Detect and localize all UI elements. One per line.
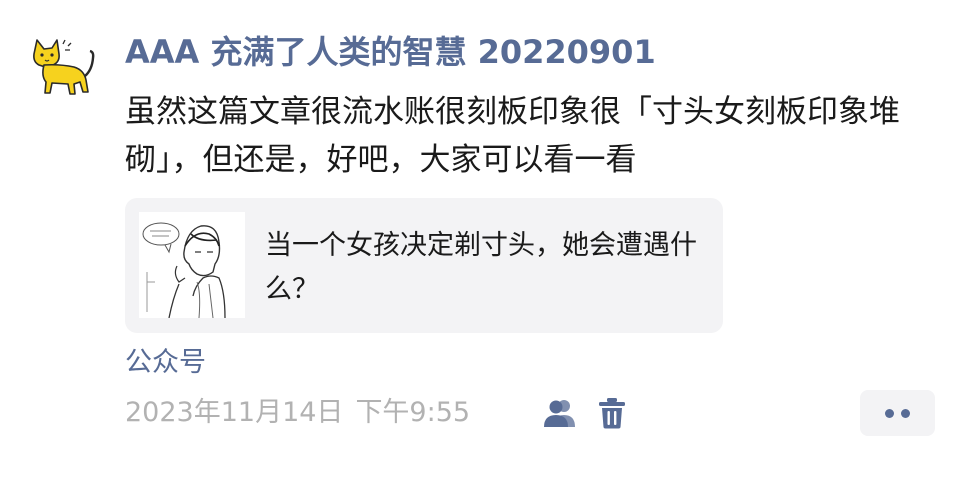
yellow-cat-icon: [33, 39, 95, 95]
shared-article-card[interactable]: 当一个女孩决定剃寸头，她会遭遇什么？: [125, 198, 723, 333]
trash-icon[interactable]: [598, 397, 626, 429]
source-label[interactable]: 公众号: [125, 343, 206, 383]
more-dots-icon: [901, 409, 910, 418]
avatar[interactable]: [30, 36, 96, 98]
post-meta: 2023年11月14日 下午9:55: [125, 393, 470, 433]
sketch-illustration-icon: [139, 212, 245, 318]
post-author[interactable]: AAA 充满了人类的智慧 20220901: [125, 28, 656, 76]
post-date: 2023年11月14日: [125, 397, 344, 428]
friends-icon[interactable]: [543, 398, 577, 428]
article-thumbnail: [139, 212, 245, 318]
article-title: 当一个女孩决定剃寸头，她会遭遇什么？: [265, 230, 697, 305]
post-time: 下午9:55: [355, 397, 471, 428]
post-text: 虽然这篇文章很流水账很刻板印象很「寸头女刻板印象堆砌」，但还是，好吧，大家可以看…: [125, 94, 900, 178]
comment-more-button[interactable]: [860, 390, 935, 436]
more-dots-icon: [885, 409, 894, 418]
